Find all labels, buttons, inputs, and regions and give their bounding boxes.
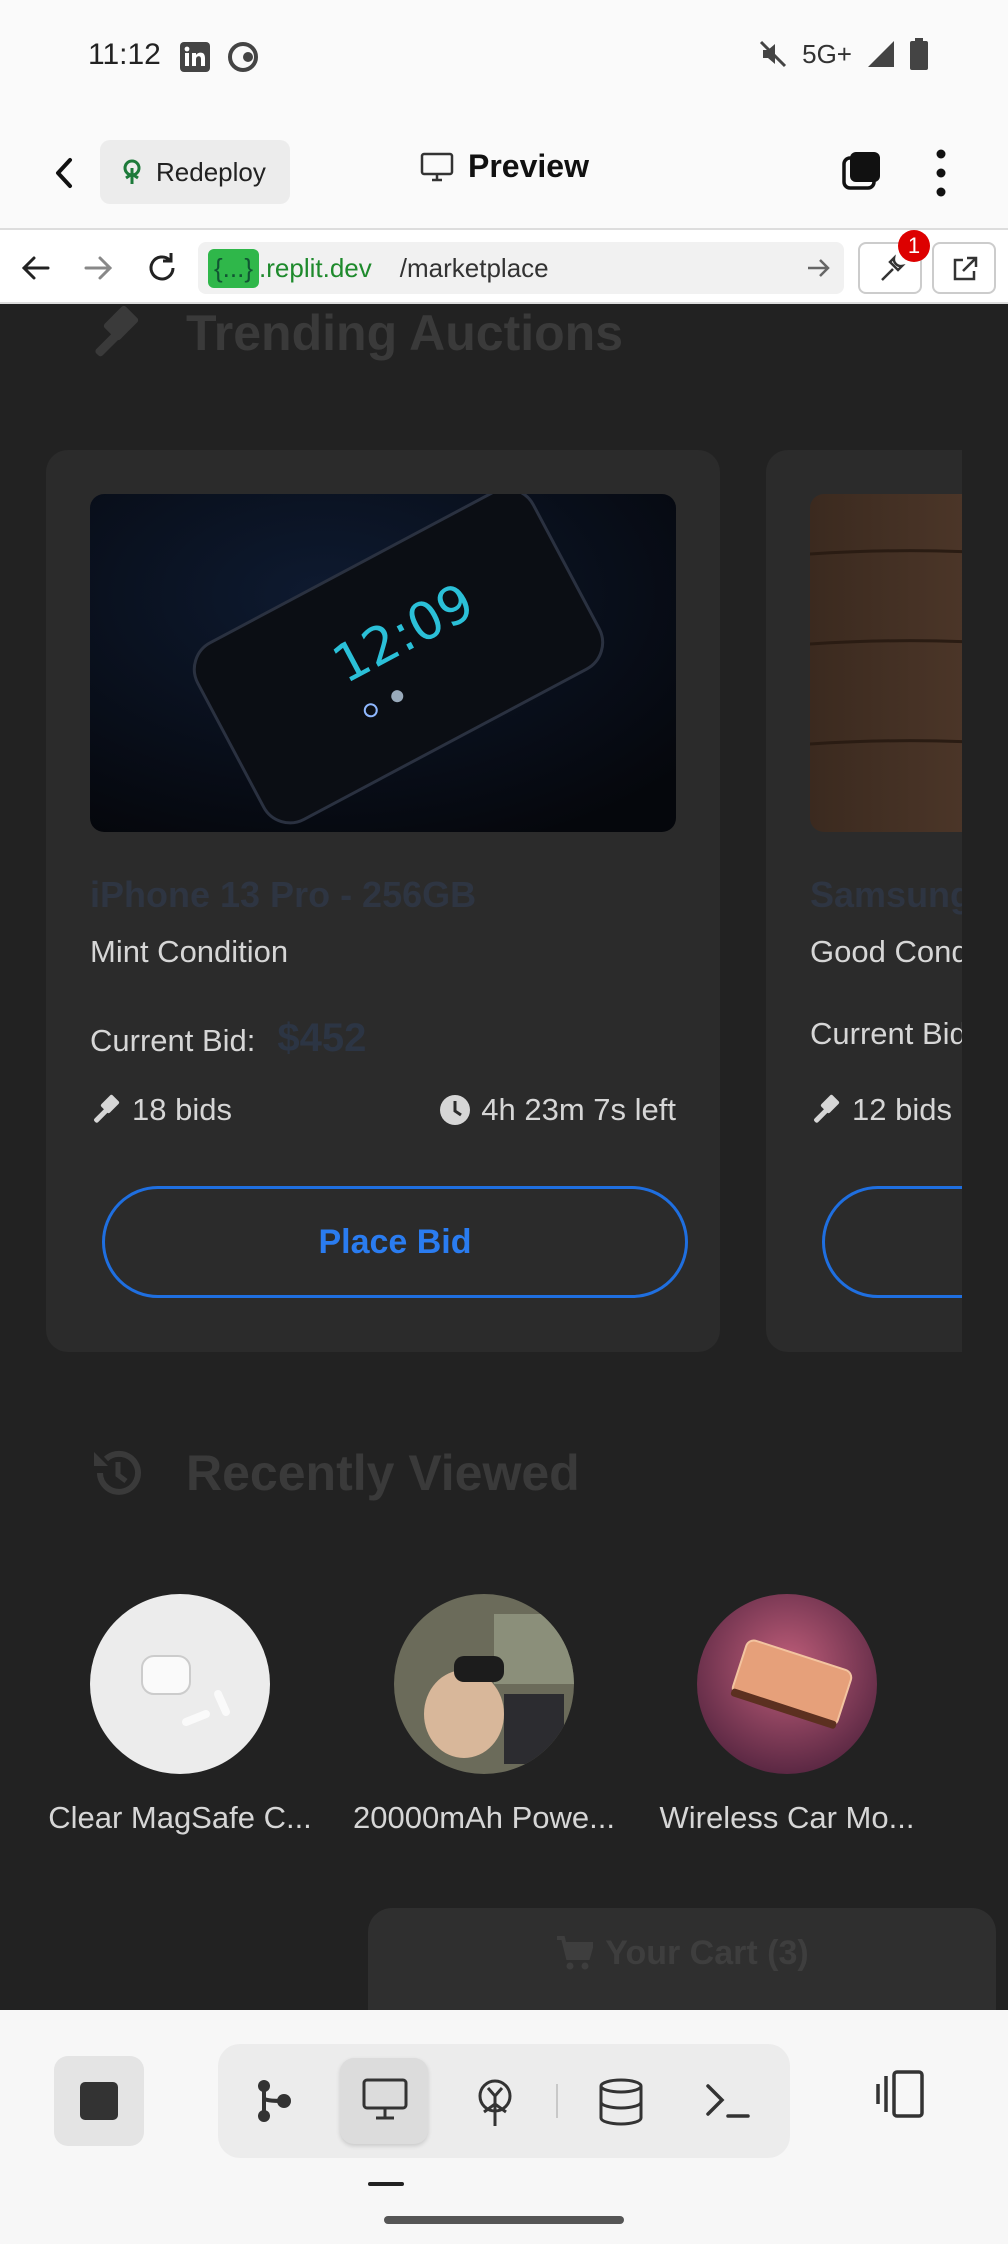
active-indicator — [368, 2182, 404, 2186]
linkedin-icon — [180, 42, 210, 72]
bid-count: 12 bids — [810, 1092, 952, 1128]
app-header: Redeploy Preview — [0, 120, 1008, 228]
open-external-button[interactable] — [932, 242, 996, 294]
current-bid-row: Current Bid — [810, 1016, 962, 1052]
product-condition: Mint Condition — [90, 934, 289, 969]
deploy-tool-button[interactable] — [450, 2058, 538, 2144]
git-tool-button[interactable] — [230, 2058, 318, 2144]
preview-title: Preview — [420, 148, 589, 185]
go-arrow-icon[interactable] — [802, 252, 834, 284]
bottom-toolbar — [0, 2010, 1008, 2244]
shell-tool-button[interactable] — [682, 2058, 770, 2144]
recent-header: Recently Viewed — [88, 1444, 580, 1502]
current-bid-label: Current Bid: — [90, 1023, 256, 1058]
toolbar-divider — [556, 2084, 558, 2118]
product-thumbnail[interactable] — [394, 1594, 574, 1774]
monitor-icon — [420, 152, 454, 181]
url-domain: .replit.dev — [259, 252, 372, 283]
recent-item-label: 20000mAh Powe... — [353, 1800, 615, 1835]
preview-label: Preview — [468, 148, 589, 184]
error-badge: 1 — [898, 230, 930, 262]
product-condition: Good Cond — [810, 934, 962, 969]
time-left-label: 4h 23m 7s left — [481, 1092, 676, 1127]
current-bid-label: Current Bid — [810, 1016, 962, 1051]
tool-group — [218, 2044, 790, 2158]
card-clip: Samsung Good Cond Current Bid 12 bids — [766, 304, 962, 1404]
git-icon — [258, 2080, 291, 2122]
kebab-icon[interactable] — [924, 146, 958, 200]
redeploy-button[interactable]: Redeploy — [100, 140, 290, 204]
nav-back-icon[interactable] — [16, 248, 56, 288]
shell-icon — [706, 2084, 750, 2118]
home-indicator[interactable] — [384, 2216, 624, 2224]
bid-count: 18 bids — [90, 1092, 232, 1128]
stop-icon — [80, 2082, 118, 2120]
recent-item[interactable]: 20000mAh Powe... — [344, 1594, 624, 1836]
product-thumbnail[interactable] — [697, 1594, 877, 1774]
product-thumbnail[interactable] — [90, 1594, 270, 1774]
recent-title: Recently Viewed — [186, 1445, 580, 1501]
devtools-button[interactable]: 1 — [858, 230, 930, 294]
status-right: 5G+ — [758, 38, 928, 70]
gavel-icon — [95, 305, 139, 357]
url-path: /marketplace — [399, 252, 549, 283]
database-icon — [599, 2078, 643, 2126]
clock-icon — [440, 1095, 471, 1125]
product-title[interactable]: iPhone 13 Pro - 256GB — [90, 874, 476, 916]
deploy-icon — [123, 159, 141, 184]
cart-panel[interactable]: Your Cart (3) — [368, 1908, 996, 2010]
browser-bar: {...} .replit.dev /marketplace 1 — [0, 228, 1008, 304]
network-label: 5G+ — [802, 38, 852, 69]
trending-title: Trending Auctions — [186, 305, 624, 361]
recent-item-label: Clear MagSafe C... — [48, 1800, 312, 1835]
panels-icon[interactable] — [872, 2064, 932, 2124]
preview-tool-button[interactable] — [340, 2058, 428, 2144]
url-field[interactable]: {...} .replit.dev /marketplace — [198, 242, 844, 294]
place-bid-button[interactable]: Place Bid — [102, 1186, 688, 1298]
url-host: {...} — [208, 248, 260, 288]
external-link-icon — [953, 256, 978, 281]
cart-icon — [557, 1936, 594, 1970]
product-image[interactable]: 12:09 — [90, 494, 676, 832]
stop-button[interactable] — [54, 2056, 144, 2146]
database-tool-button[interactable] — [576, 2058, 664, 2144]
app-icon — [228, 42, 258, 72]
tabs-icon[interactable] — [836, 146, 886, 196]
recent-item[interactable]: Clear MagSafe C... — [40, 1594, 320, 1836]
marketplace-page: Trending Auctions 12:09 iPhone 13 Pro - — [0, 304, 1008, 2010]
status-bar: 11:12 5G+ — [0, 0, 1008, 120]
product-image[interactable] — [810, 494, 962, 832]
battery-icon — [910, 38, 928, 70]
recent-item[interactable]: Wireless Car Mo... — [647, 1594, 927, 1836]
time-left: 4h 23m 7s left — [439, 1092, 676, 1128]
cart-label: Your Cart (3) — [605, 1934, 809, 1972]
redeploy-label: Redeploy — [156, 156, 266, 187]
bid-count-label: 12 bids — [852, 1092, 952, 1127]
recent-item-label: Wireless Car Mo... — [659, 1800, 915, 1835]
history-icon — [94, 1450, 141, 1495]
deploy-icon — [478, 2079, 512, 2126]
signal-icon — [868, 41, 894, 67]
wrench-icon — [881, 254, 906, 281]
product-title[interactable]: Samsung — [810, 874, 962, 916]
mute-icon — [760, 40, 787, 68]
auction-card: 12:09 iPhone 13 Pro - 256GB Mint Conditi… — [46, 450, 720, 1352]
reload-icon[interactable] — [142, 248, 182, 288]
place-bid-button[interactable] — [822, 1186, 962, 1298]
current-bid-row: Current Bid: $452 — [90, 1016, 366, 1061]
status-time: 11:12 — [88, 38, 161, 71]
auction-card: Samsung Good Cond Current Bid 12 bids — [766, 450, 962, 1352]
preview-icon — [362, 2078, 408, 2120]
trending-header: Trending Auctions — [88, 304, 623, 362]
back-button[interactable] — [40, 148, 90, 198]
gavel-icon — [814, 1094, 840, 1123]
current-bid-price: $452 — [277, 1016, 367, 1060]
bid-count-label: 18 bids — [132, 1092, 232, 1127]
gavel-icon — [94, 1094, 120, 1123]
nav-forward-icon[interactable] — [78, 248, 118, 288]
